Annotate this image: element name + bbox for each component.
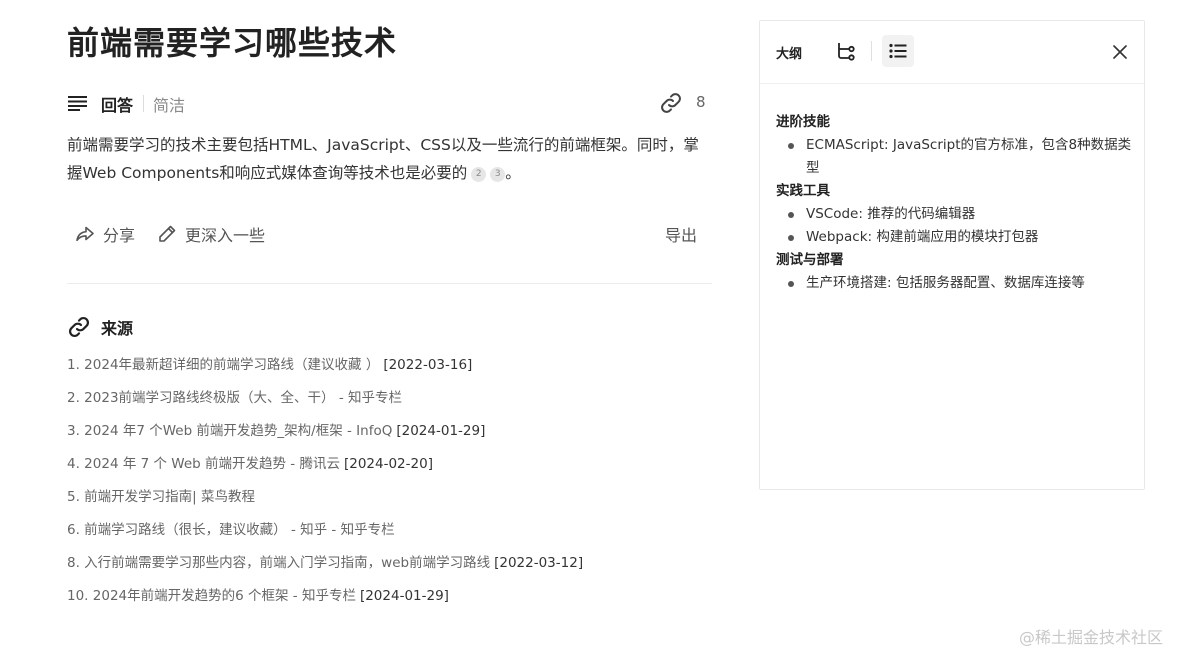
source-item[interactable]: 6. 前端学习路线（很长，建议收藏） - 知乎 - 知乎专栏 (67, 516, 583, 549)
tab-brief[interactable]: 简洁 (153, 92, 185, 116)
text-lines-icon (68, 96, 87, 111)
tab-divider (143, 95, 144, 112)
share-label: 分享 (103, 226, 136, 245)
source-item[interactable]: 8. 入行前端需要学习那些内容，前端入门学习指南，web前端学习路线 [2022-… (67, 549, 583, 582)
section-divider (67, 283, 712, 284)
header-divider (871, 41, 872, 61)
answer-actions: 分享 更深入一些 导出 (67, 222, 712, 250)
page-title: 前端需要学习哪些技术 (67, 24, 398, 62)
outline-section-title[interactable]: 实践工具 (776, 180, 1132, 203)
source-title[interactable]: 3. 2024 年7 个Web 前端开发趋势_架构/框架 - InfoQ (67, 423, 392, 439)
outline-list: 进阶技能 ECMAScript: JavaScript的官方标准，包含8种数据类… (776, 111, 1132, 295)
source-title[interactable]: 2. 2023前端学习路线终极版（大、全、干） - 知乎专栏 (67, 390, 402, 406)
outline-section-title[interactable]: 进阶技能 (776, 111, 1132, 134)
tab-outline[interactable]: 大纲 (776, 43, 802, 62)
outline-panel-header: 大纲 (760, 21, 1144, 84)
pencil-icon (159, 225, 176, 242)
sources-title: 来源 (101, 319, 134, 338)
link-count: 8 (696, 93, 706, 111)
share-button[interactable]: 分享 (75, 222, 135, 246)
export-button[interactable]: 导出 (665, 222, 697, 246)
list-view-button[interactable] (882, 35, 914, 67)
outline-item[interactable]: 生产环境搭建: 包括服务器配置、数据库连接等 (776, 272, 1132, 295)
sources-header: 来源 (67, 314, 133, 340)
source-title[interactable]: 10. 2024年前端开发趋势的6 个框架 - 知乎专栏 (67, 588, 356, 604)
mindmap-icon (838, 43, 855, 61)
source-date: [2024-01-29] (396, 423, 486, 439)
export-label: 导出 (665, 226, 698, 245)
source-item[interactable]: 3. 2024 年7 个Web 前端开发趋势_架构/框架 - InfoQ [202… (67, 417, 583, 450)
source-date: [2024-02-20] (343, 456, 433, 472)
source-title[interactable]: 8. 入行前端需要学习那些内容，前端入门学习指南，web前端学习路线 (67, 555, 490, 571)
source-date: [2024-01-29] (359, 588, 449, 604)
source-item[interactable]: 1. 2024年最新超详细的前端学习路线（建议收藏 ） [2022-03-16] (67, 351, 583, 384)
citation-badge[interactable]: 2 (471, 167, 487, 182)
source-item[interactable]: 4. 2024 年 7 个 Web 前端开发趋势 - 腾讯云 [2024-02-2… (67, 450, 583, 483)
outline-item[interactable]: VSCode: 推荐的代码编辑器 (776, 203, 1132, 226)
source-item[interactable]: 5. 前端开发学习指南| 菜鸟教程 (67, 483, 583, 516)
source-title[interactable]: 6. 前端学习路线（很长，建议收藏） - 知乎 - 知乎专栏 (67, 522, 395, 538)
source-title[interactable]: 4. 2024 年 7 个 Web 前端开发趋势 - 腾讯云 (67, 456, 340, 472)
close-button[interactable] (1110, 42, 1130, 62)
answer-header: 回答 简洁 8 (67, 90, 712, 118)
answer-end-mark: 。 (505, 164, 521, 182)
citation-badge[interactable]: 3 (490, 167, 506, 182)
answer-body: 前端需要学习的技术主要包括HTML、JavaScript、CSS以及一些流行的前… (67, 136, 699, 182)
tab-answer[interactable]: 回答 (101, 92, 133, 116)
outline-section-title[interactable]: 测试与部署 (776, 249, 1132, 272)
source-date: [2022-03-12] (494, 555, 584, 571)
share-icon (76, 226, 94, 242)
source-item[interactable]: 10. 2024年前端开发趋势的6 个框架 - 知乎专栏 [2024-01-29] (67, 582, 583, 615)
outline-item[interactable]: Webpack: 构建前端应用的模块打包器 (776, 226, 1132, 249)
list-icon (889, 43, 907, 59)
source-item[interactable]: 2. 2023前端学习路线终极版（大、全、干） - 知乎专栏 (67, 384, 583, 417)
watermark: @稀土掘金技术社区 (1019, 628, 1164, 647)
close-icon (1113, 45, 1127, 59)
outline-item[interactable]: ECMAScript: JavaScript的官方标准，包含8种数据类型 (776, 134, 1132, 180)
go-deeper-button[interactable]: 更深入一些 (157, 222, 265, 246)
mindmap-view-button[interactable] (832, 37, 860, 65)
outline-panel: 大纲 进阶技能 ECMAScript: JavaScript的官方标准，包含8种… (759, 20, 1145, 490)
source-title[interactable]: 5. 前端开发学习指南| 菜鸟教程 (67, 489, 255, 505)
link-icon (68, 316, 90, 338)
answer-text: 前端需要学习的技术主要包括HTML、JavaScript、CSS以及一些流行的前… (67, 131, 707, 187)
sources-list: 1. 2024年最新超详细的前端学习路线（建议收藏 ） [2022-03-16] … (67, 351, 583, 615)
link-icon[interactable] (659, 91, 683, 115)
source-date: [2022-03-16] (383, 357, 473, 373)
source-title[interactable]: 1. 2024年最新超详细的前端学习路线（建议收藏 ） (67, 357, 379, 373)
go-deeper-label: 更深入一些 (185, 226, 266, 245)
